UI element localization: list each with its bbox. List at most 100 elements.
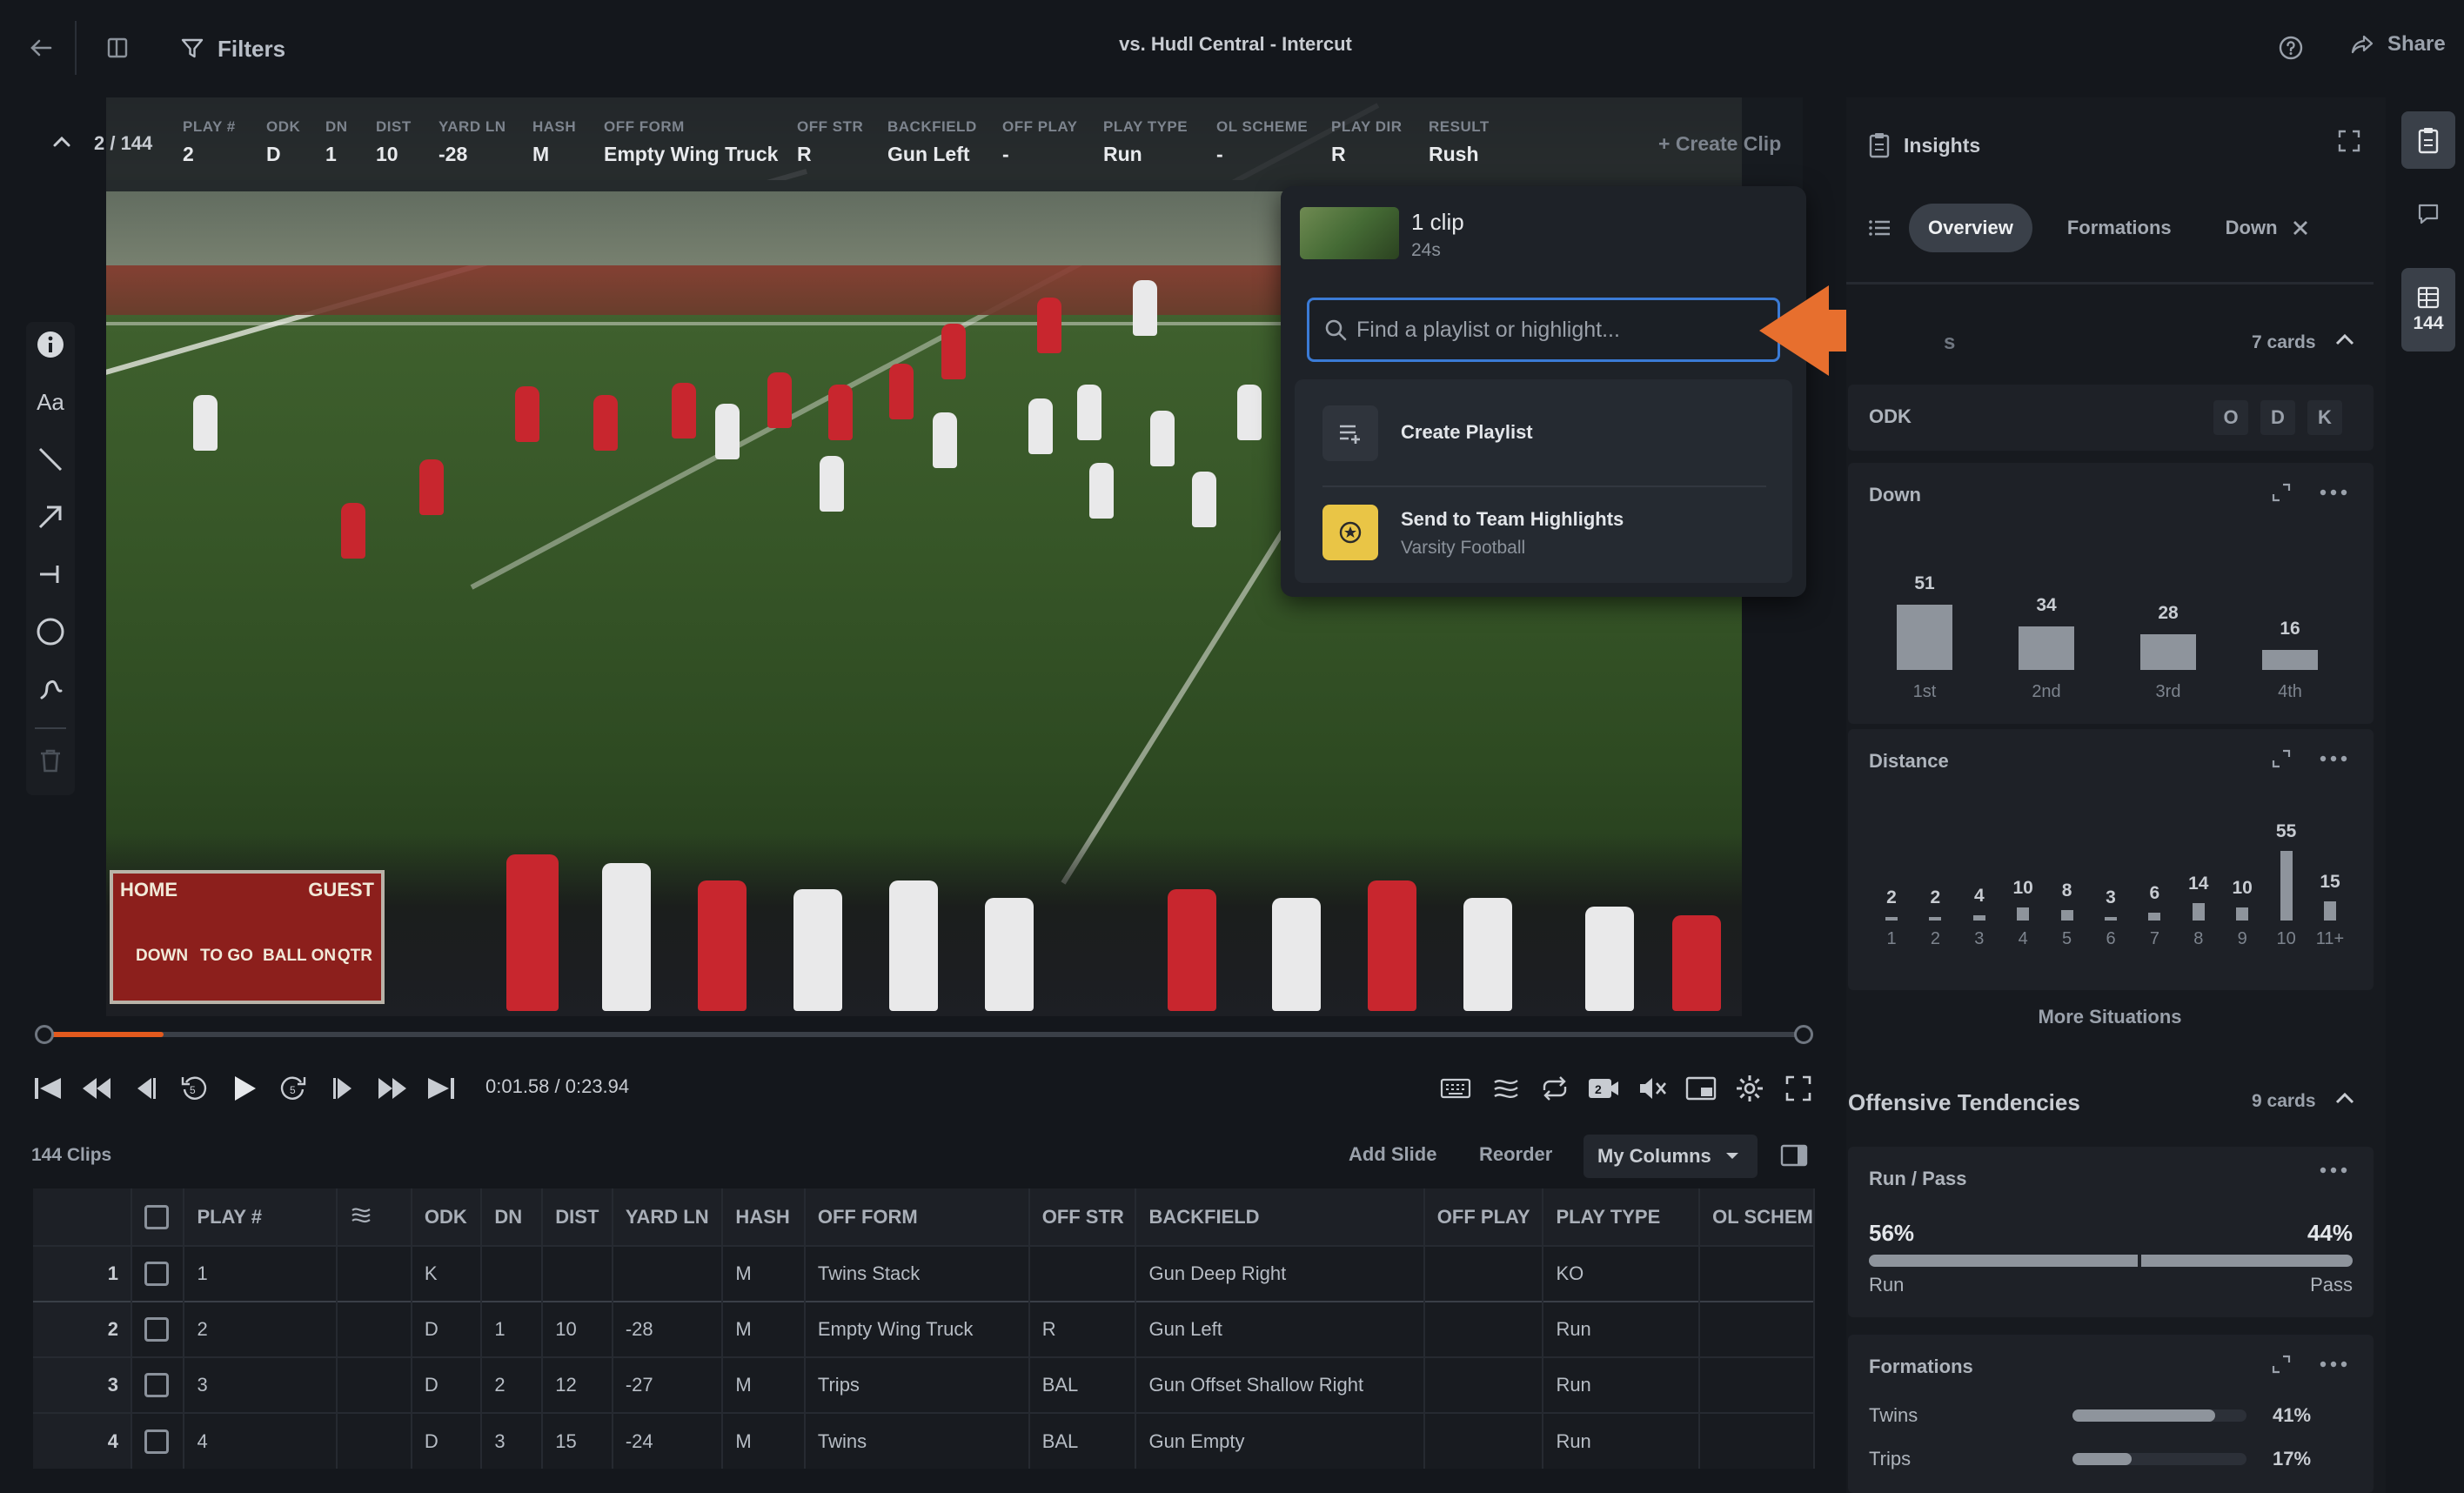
back-arrow-icon[interactable] <box>19 26 63 70</box>
down-bar[interactable] <box>1897 605 1952 670</box>
checkbox[interactable] <box>144 1373 170 1398</box>
distance-bar[interactable] <box>2324 901 2336 921</box>
send-team-highlights-option[interactable]: Send to Team Highlights Varsity Football <box>1295 487 1792 583</box>
rail-insights-button[interactable] <box>2401 111 2455 169</box>
telestration-icon[interactable] <box>1488 1070 1524 1107</box>
down-bar[interactable] <box>2262 649 2318 670</box>
tab-formations[interactable]: Formations <box>2048 204 2191 252</box>
select-all-checkbox[interactable] <box>131 1188 185 1246</box>
play-icon[interactable] <box>226 1070 263 1107</box>
trash-icon[interactable] <box>33 743 68 778</box>
fullscreen-icon[interactable] <box>1780 1070 1817 1107</box>
tab-down[interactable]: Down <box>2206 204 2309 252</box>
table-row[interactable]: 3 3 D 2 12 -27 M Trips BAL Gun Offset Shallow Rig… <box>33 1356 1815 1413</box>
more-options-icon[interactable] <box>2320 1360 2347 1369</box>
chevron-up-icon[interactable] <box>2333 329 2356 356</box>
table-cell <box>1423 1356 1544 1413</box>
block-tool-icon[interactable] <box>33 557 68 592</box>
step-back-icon[interactable] <box>127 1070 164 1107</box>
timeline-progress[interactable] <box>44 1032 1804 1037</box>
tab-overview[interactable]: Overview <box>1909 204 2032 252</box>
info-icon[interactable] <box>33 327 68 362</box>
distance-bar[interactable] <box>2060 910 2073 921</box>
create-clip-button[interactable]: + Create Clip <box>1658 132 1781 156</box>
checkbox[interactable] <box>144 1429 170 1454</box>
keyboard-icon[interactable] <box>1437 1070 1474 1107</box>
odk-o-button[interactable]: O <box>2213 400 2248 435</box>
distance-bar[interactable] <box>2280 851 2293 921</box>
distance-bar[interactable] <box>2192 902 2205 921</box>
collapse-chevron-up-icon[interactable] <box>50 131 73 157</box>
table-row[interactable]: 4 4 D 3 15 -24 M Twins BAL Gun Empty Run <box>33 1412 1815 1469</box>
more-situations-button[interactable]: More Situations <box>1846 1006 2374 1028</box>
freehand-tool-icon[interactable] <box>33 672 68 706</box>
row-checkbox[interactable] <box>131 1412 185 1469</box>
arrow-tool-icon[interactable] <box>33 499 68 534</box>
panel-toggle-icon[interactable] <box>96 26 139 70</box>
fast-forward-icon[interactable] <box>374 1070 411 1107</box>
checkbox[interactable] <box>144 1317 170 1342</box>
my-columns-dropdown[interactable]: My Columns <box>1584 1135 1758 1178</box>
help-icon[interactable] <box>2269 26 2313 70</box>
line-tool-icon[interactable] <box>33 442 68 477</box>
checkbox[interactable] <box>144 1262 170 1287</box>
timeline-end-handle[interactable] <box>1794 1025 1813 1044</box>
expand-icon[interactable] <box>2271 748 2292 769</box>
expand-icon[interactable] <box>2271 1354 2292 1375</box>
skip-to-start-icon[interactable] <box>30 1070 66 1107</box>
column-panel-icon[interactable] <box>1780 1143 1808 1172</box>
more-options-icon[interactable] <box>2320 488 2347 497</box>
distance-bar[interactable] <box>2105 916 2117 921</box>
share-button[interactable]: Share <box>2349 31 2446 57</box>
table-row[interactable]: 2 2 D 1 10 -28 M Empty Wing Truck R Gun Left Run <box>33 1301 1815 1357</box>
distance-bar[interactable] <box>2017 907 2030 921</box>
distance-bar[interactable] <box>1972 915 1985 921</box>
row-checkbox[interactable] <box>131 1301 185 1357</box>
row-checkbox[interactable] <box>131 1245 185 1302</box>
create-playlist-option[interactable]: Create Playlist <box>1295 386 1792 482</box>
player <box>1089 463 1114 519</box>
replay-5-icon[interactable]: 5 <box>176 1070 212 1107</box>
down-bar[interactable] <box>2019 626 2074 670</box>
chevron-up-icon[interactable] <box>2333 1088 2356 1115</box>
distance-bar[interactable] <box>2148 913 2161 921</box>
close-icon[interactable] <box>2292 219 2309 237</box>
mute-icon[interactable] <box>1634 1070 1671 1107</box>
table-row[interactable]: 1 1 K M Twins Stack Gun Deep Right KO <box>33 1245 1815 1302</box>
add-slide-button[interactable]: Add Slide <box>1349 1143 1436 1166</box>
playlist-search[interactable] <box>1307 298 1780 362</box>
camera-angle-icon[interactable]: 2 <box>1585 1070 1622 1107</box>
timeline-start-handle[interactable] <box>35 1025 54 1044</box>
forward-5-icon[interactable]: 5 <box>275 1070 311 1107</box>
list-icon[interactable] <box>1867 215 1893 241</box>
text-tool-icon[interactable]: Aa <box>33 385 68 419</box>
table-cell: D <box>411 1356 483 1413</box>
rail-clips-table-button[interactable]: 144 <box>2401 268 2455 351</box>
playlist-search-input[interactable] <box>1356 300 1774 359</box>
distance-bar[interactable] <box>1885 917 1898 921</box>
settings-gear-icon[interactable] <box>1731 1070 1768 1107</box>
more-options-icon[interactable] <box>2320 754 2347 763</box>
rewind-icon[interactable] <box>78 1070 115 1107</box>
filters-button[interactable]: Filters <box>179 30 285 68</box>
picture-in-picture-icon[interactable] <box>1683 1070 1719 1107</box>
expand-icon[interactable] <box>2271 482 2292 503</box>
expand-icon[interactable] <box>2337 129 2361 157</box>
more-options-icon[interactable] <box>2320 1166 2347 1175</box>
loop-icon[interactable] <box>1537 1070 1573 1107</box>
down-bar[interactable] <box>2140 633 2196 670</box>
clip-thumbnail <box>1300 207 1399 259</box>
checkbox[interactable] <box>144 1204 170 1229</box>
odk-d-button[interactable]: D <box>2260 400 2295 435</box>
player <box>593 395 618 451</box>
row-checkbox[interactable] <box>131 1356 185 1413</box>
distance-bar[interactable] <box>2236 907 2249 921</box>
distance-bar[interactable] <box>1929 917 1942 921</box>
reorder-button[interactable]: Reorder <box>1479 1143 1552 1166</box>
odk-k-button[interactable]: K <box>2307 400 2342 435</box>
skip-to-end-icon[interactable] <box>423 1070 459 1107</box>
step-forward-icon[interactable] <box>325 1070 362 1107</box>
rail-comments-button[interactable] <box>2401 188 2455 240</box>
circle-tool-icon[interactable] <box>33 614 68 649</box>
scoreboard-home: HOME <box>120 879 177 900</box>
